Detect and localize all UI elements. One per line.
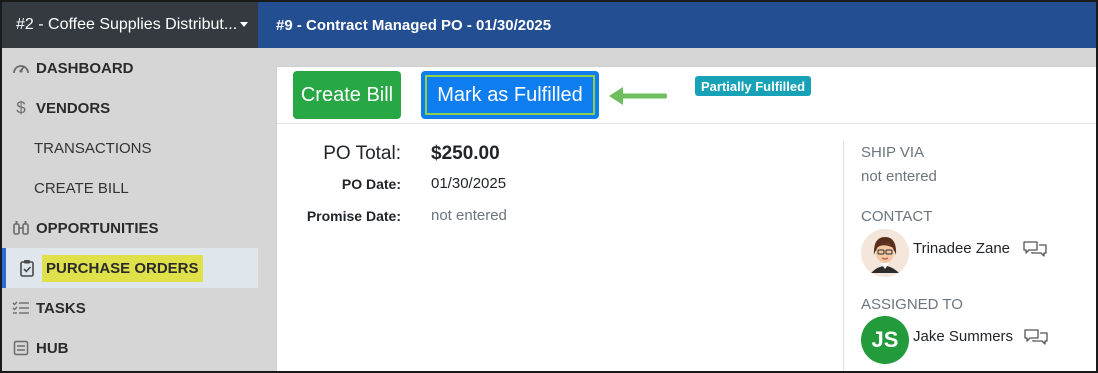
dashboard-gauge-icon bbox=[12, 59, 30, 77]
mark-fulfilled-label: Mark as Fulfilled bbox=[425, 75, 595, 115]
company-selector[interactable]: #2 - Coffee Supplies Distribut... bbox=[2, 2, 258, 48]
main-content: Create Bill Mark as Fulfilled Partially … bbox=[258, 48, 1096, 371]
po-date-label: PO Date: bbox=[341, 176, 401, 192]
page-title: #9 - Contract Managed PO - 01/30/2025 bbox=[276, 16, 552, 34]
sidebar-item-label: VENDORS bbox=[36, 99, 111, 117]
assigned-to-label: ASSIGNED TO bbox=[861, 296, 963, 313]
status-badge: Partially Fulfilled bbox=[695, 76, 812, 96]
ship-via-value: not entered bbox=[861, 168, 937, 185]
po-card: Create Bill Mark as Fulfilled Partially … bbox=[276, 66, 1096, 371]
sidebar-item-vendors[interactable]: $ VENDORS bbox=[2, 88, 258, 128]
po-total-label: PO Total: bbox=[323, 143, 401, 164]
sidebar-item-dashboard[interactable]: DASHBOARD bbox=[2, 48, 258, 88]
arrow-left-icon bbox=[609, 87, 667, 105]
binoculars-icon bbox=[12, 219, 30, 237]
clipboard-check-icon bbox=[18, 259, 36, 277]
person-avatar-icon bbox=[861, 229, 909, 277]
app-window: #2 - Coffee Supplies Distribut... DASHBO… bbox=[0, 0, 1098, 373]
sidebar-nav: DASHBOARD $ VENDORS TRANSACTIONS CREATE … bbox=[2, 48, 258, 368]
po-date-value: 01/30/2025 bbox=[431, 175, 507, 192]
contact-avatar[interactable] bbox=[861, 229, 909, 277]
sidebar-item-label: CREATE BILL bbox=[34, 179, 129, 197]
sidebar-item-create-bill[interactable]: CREATE BILL bbox=[2, 168, 258, 208]
sidebar-item-opportunities[interactable]: OPPORTUNITIES bbox=[2, 208, 258, 248]
promise-date-label: Promise Date: bbox=[306, 208, 401, 224]
toolbar-divider bbox=[277, 123, 1096, 124]
mark-fulfilled-button[interactable]: Mark as Fulfilled bbox=[421, 71, 599, 119]
assignee-avatar[interactable]: JS bbox=[861, 316, 909, 364]
ship-via-label: SHIP VIA bbox=[861, 144, 925, 161]
sidebar-item-label: DASHBOARD bbox=[36, 59, 134, 77]
caret-down-icon bbox=[240, 22, 248, 27]
sidebar-item-label: PURCHASE ORDERS bbox=[42, 254, 203, 282]
po-total-value: $250.00 bbox=[431, 143, 500, 164]
create-bill-button[interactable]: Create Bill bbox=[293, 71, 401, 119]
column-divider bbox=[843, 141, 844, 371]
sidebar-item-hub[interactable]: HUB bbox=[2, 328, 258, 368]
sidebar-item-transactions[interactable]: TRANSACTIONS bbox=[2, 128, 258, 168]
promise-date-value: not entered bbox=[431, 207, 507, 224]
task-list-icon bbox=[12, 299, 30, 317]
dollar-icon: $ bbox=[16, 98, 26, 117]
assignee-name[interactable]: Jake Summers bbox=[913, 328, 1013, 345]
contact-name[interactable]: Trinadee Zane bbox=[913, 240, 1010, 257]
sidebar-item-label: HUB bbox=[36, 339, 69, 357]
sidebar: #2 - Coffee Supplies Distribut... DASHBO… bbox=[2, 2, 258, 371]
company-name: #2 - Coffee Supplies Distribut... bbox=[16, 16, 238, 33]
sidebar-item-label: TRANSACTIONS bbox=[34, 139, 152, 157]
sidebar-item-label: OPPORTUNITIES bbox=[36, 219, 159, 237]
sidebar-item-tasks[interactable]: TASKS bbox=[2, 288, 258, 328]
page-header: #9 - Contract Managed PO - 01/30/2025 bbox=[258, 2, 1096, 48]
chat-bubble-icon[interactable] bbox=[1023, 327, 1049, 347]
sidebar-item-label: TASKS bbox=[36, 299, 86, 317]
contact-label: CONTACT bbox=[861, 208, 933, 225]
hub-icon bbox=[12, 339, 30, 357]
sidebar-item-purchase-orders[interactable]: PURCHASE ORDERS bbox=[2, 248, 258, 288]
chat-bubble-icon[interactable] bbox=[1022, 239, 1048, 259]
